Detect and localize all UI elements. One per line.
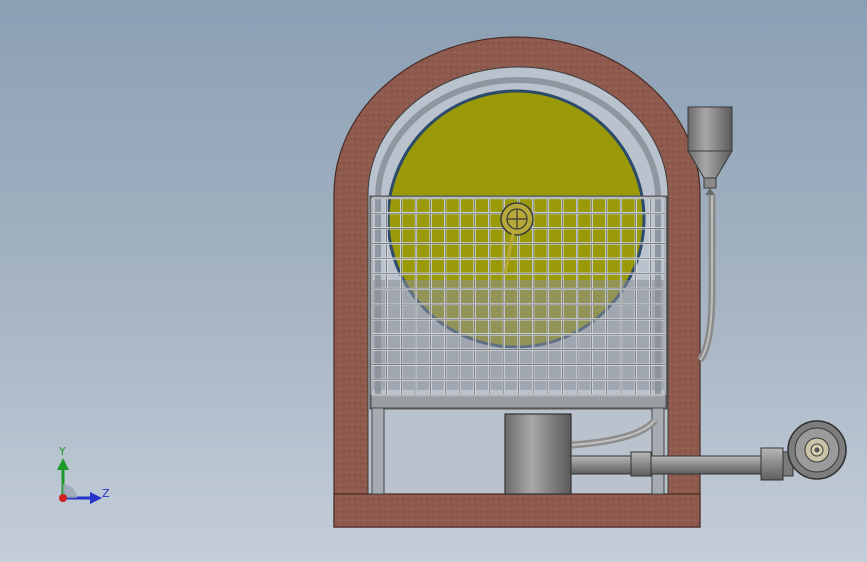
cad-viewport[interactable]: Y Z [0, 0, 867, 562]
y-axis-arrow [57, 458, 69, 470]
leg-left [371, 407, 385, 495]
blower-fan [787, 420, 847, 480]
y-axis-label: Y [58, 445, 66, 458]
x-axis-dot [59, 494, 67, 502]
base-slab [333, 493, 701, 528]
feed-pipe [697, 195, 716, 363]
furnace-drawing: Y Z [57, 36, 847, 528]
coordinate-triad: Y Z [57, 445, 110, 504]
z-axis-label: Z [102, 487, 110, 500]
z-axis-arrow [90, 492, 102, 504]
burner-tank [504, 413, 572, 495]
